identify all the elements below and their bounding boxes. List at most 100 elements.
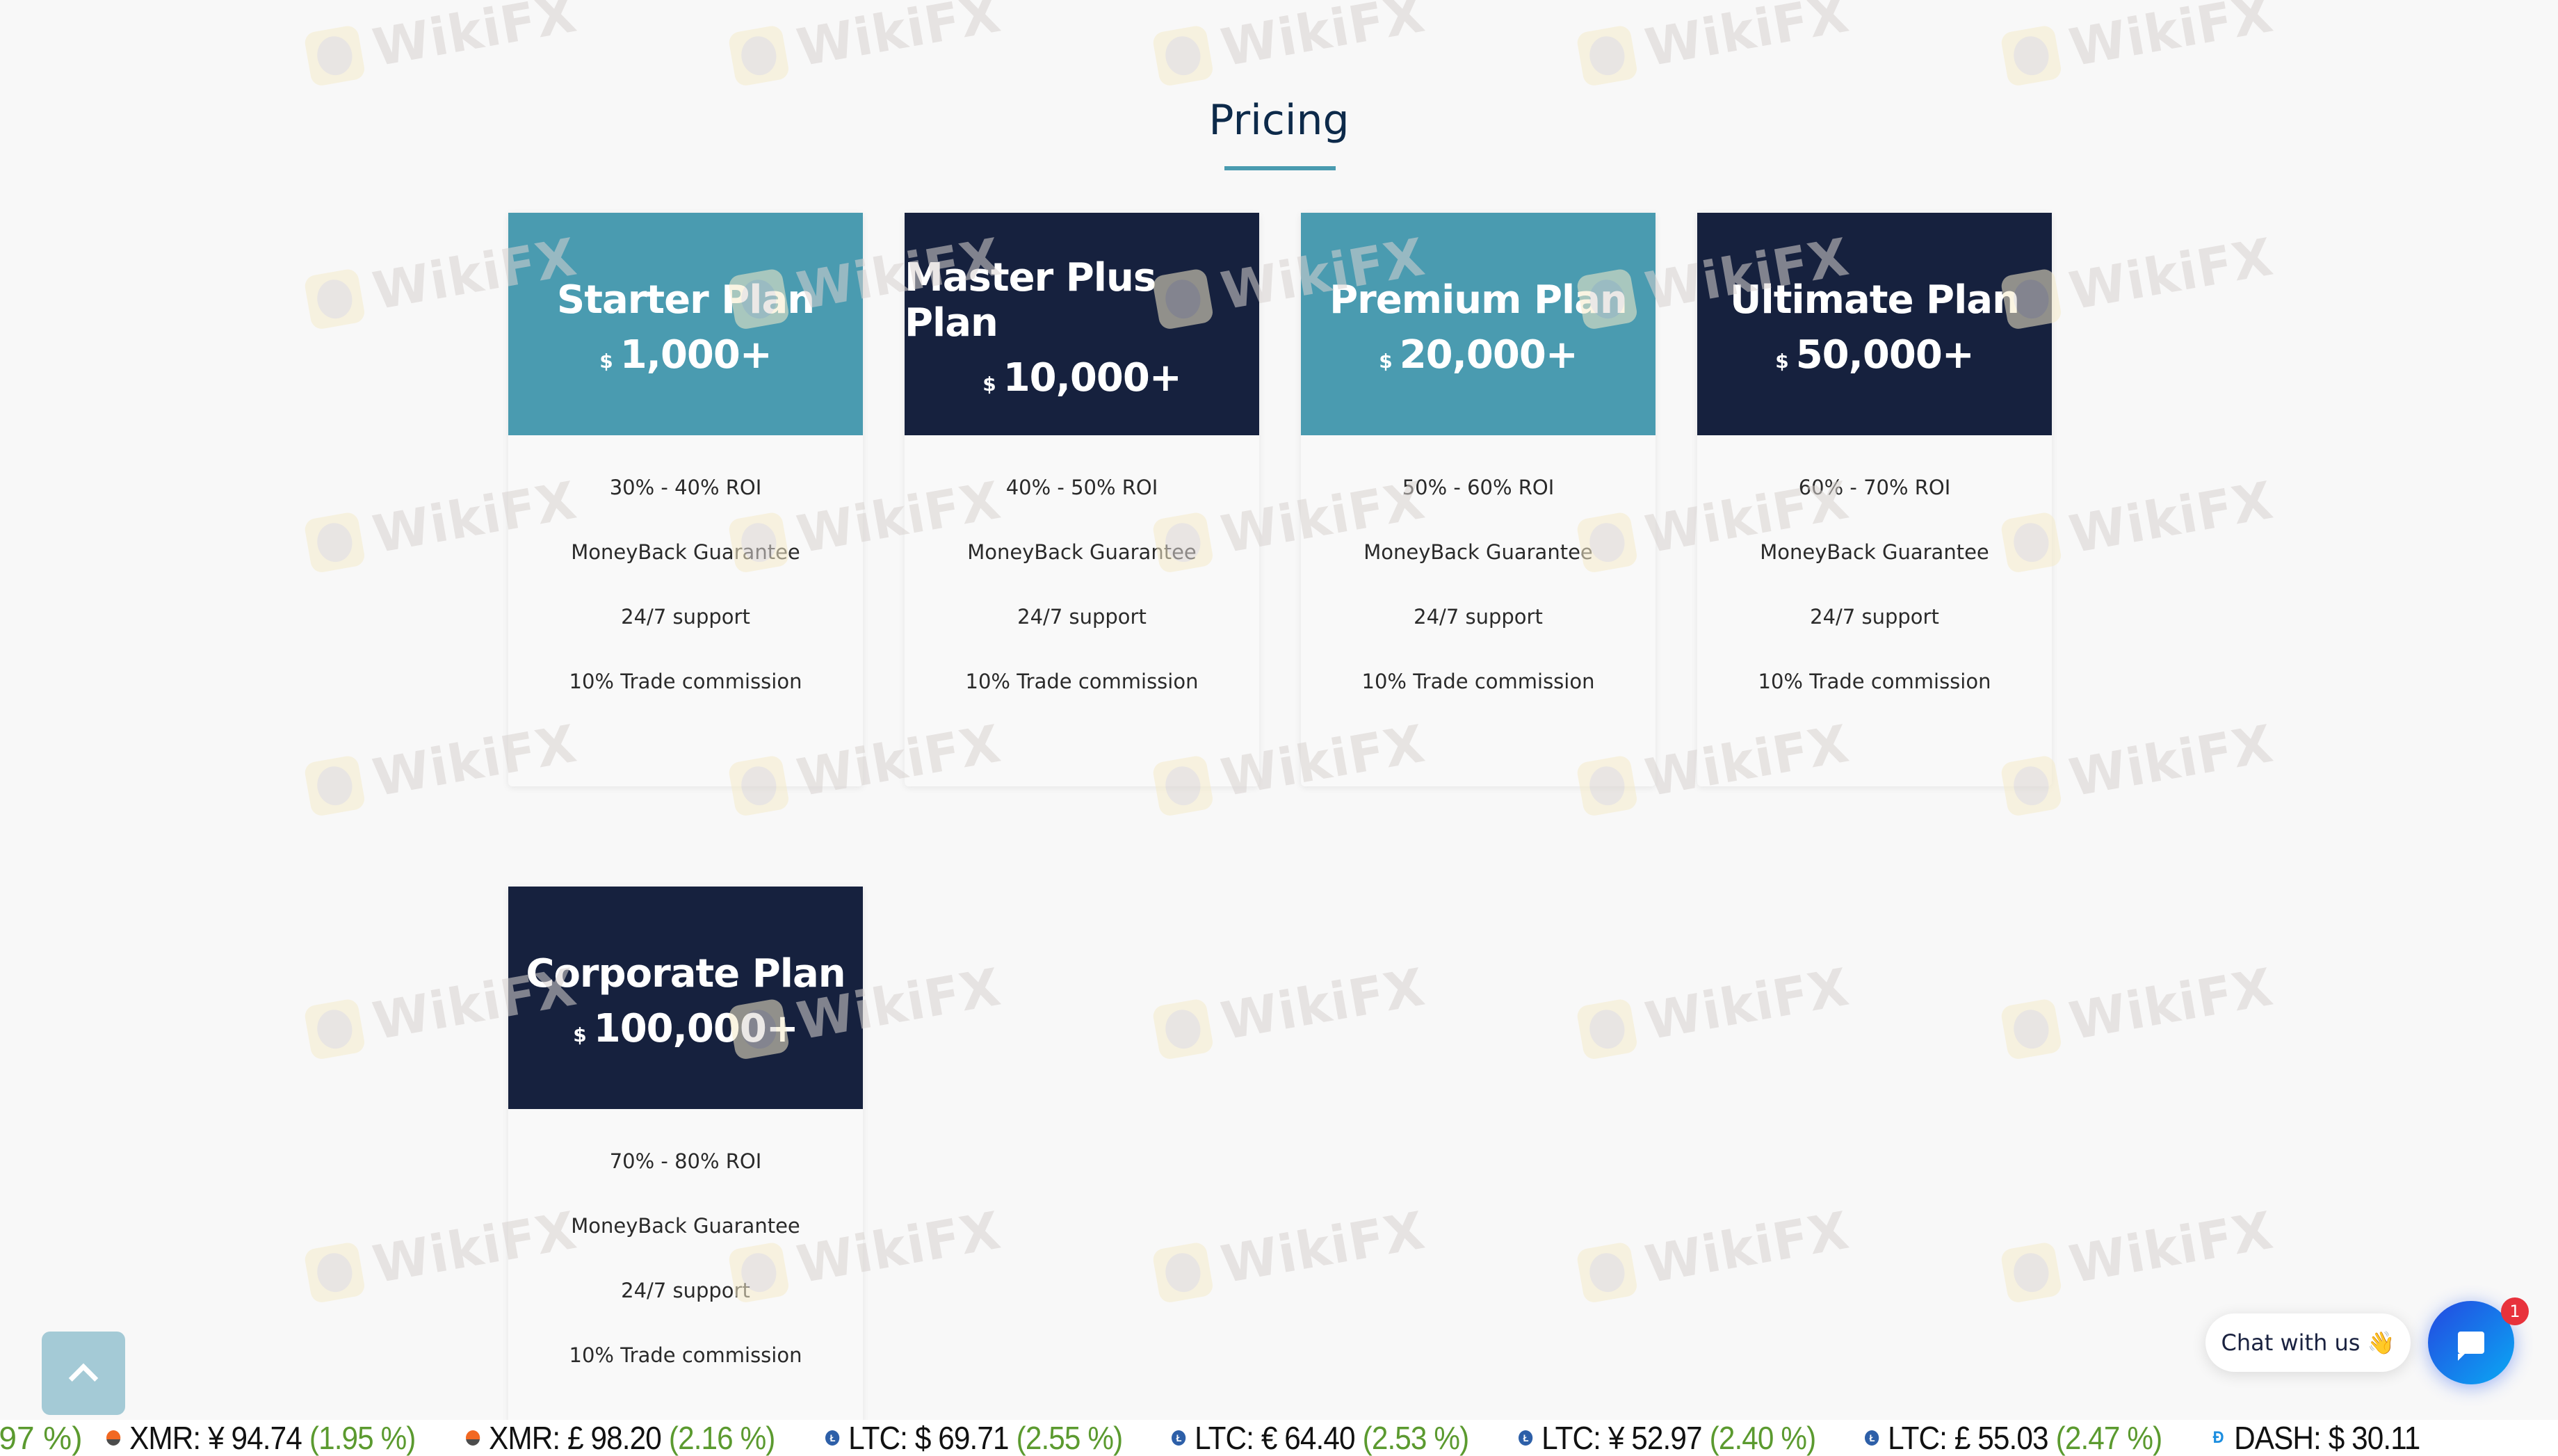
watermark-text: WikiFX: [2065, 227, 2278, 322]
ticker-price: $ 69.71: [914, 1420, 1010, 1456]
plan-price: $ 20,000+: [1379, 332, 1578, 378]
plan-amount: 50,000+: [1795, 332, 1975, 378]
currency-symbol: $: [573, 1024, 587, 1046]
litecoin-icon: Ł: [1172, 1430, 1186, 1446]
feature-guarantee: MoneyBack Guarantee: [1363, 540, 1593, 564]
ticker-item[interactable]: Đ DASH: $ 30.11: [2211, 1420, 2421, 1456]
wikifx-watermark: WikiFX: [1576, 0, 1854, 90]
wikifx-watermark: WikiFX: [2000, 957, 2278, 1064]
feature-support: 24/7 support: [621, 605, 750, 629]
feature-guarantee: MoneyBack Guarantee: [571, 1214, 800, 1238]
feature-support: 24/7 support: [1017, 605, 1147, 629]
plan-header: Corporate Plan $ 100,000+: [508, 887, 863, 1109]
wikifx-watermark: WikiFX: [2000, 0, 2278, 90]
watermark-text: WikiFX: [2065, 713, 2278, 809]
wikifx-logo-icon: [2000, 1241, 2063, 1304]
watermark-layer: WikiFX WikiFX WikiFX WikiFX WikiFX WikiFX Wiki…: [0, 0, 2558, 1456]
feature-support: 24/7 support: [621, 1279, 750, 1302]
wikifx-watermark: WikiFX: [1151, 0, 1430, 90]
plan-price: $ 10,000+: [982, 355, 1182, 401]
watermark-text: WikiFX: [1217, 957, 1430, 1052]
ticker-symbol: LTC: [1888, 1420, 1940, 1456]
watermark-text: WikiFX: [2065, 0, 2278, 79]
ticker-change: (2.53 %): [1362, 1420, 1470, 1456]
plan-card-premium: Premium Plan $ 20,000+ 50% - 60% ROI Mon…: [1301, 213, 1656, 786]
currency-symbol: $: [982, 372, 996, 396]
ticker-item[interactable]: Ł LTC: $ 69.71 (2.55 %): [825, 1420, 1123, 1456]
wikifx-logo-icon: [1576, 24, 1639, 88]
plan-price: $ 100,000+: [573, 1006, 798, 1051]
feature-commission: 10% Trade commission: [965, 670, 1199, 693]
wikifx-logo-icon: [1576, 1241, 1639, 1304]
crypto-ticker: 1.97 %) XMR: ¥ 94.74 (1.95 %) XMR: £ 98.…: [0, 1420, 2558, 1456]
chevron-up-icon: [68, 1363, 99, 1393]
watermark-text: WikiFX: [1641, 0, 1854, 79]
ticker-change: (1.95 %): [309, 1420, 416, 1456]
wikifx-logo-icon: [303, 998, 366, 1061]
wikifx-logo-icon: [303, 1241, 366, 1304]
ticker-symbol: LTC: [848, 1420, 900, 1456]
feature-commission: 10% Trade commission: [1758, 670, 1991, 693]
ticker-price: £ 98.20: [567, 1420, 662, 1456]
feature-guarantee: MoneyBack Guarantee: [571, 540, 800, 564]
chat-with-us-button[interactable]: Chat with us 👋: [2205, 1313, 2411, 1372]
feature-roi: 30% - 40% ROI: [609, 476, 762, 499]
wikifx-logo-icon: [1151, 24, 1215, 88]
plan-card-master-plus: Master Plus Plan $ 10,000+ 40% - 50% ROI…: [905, 213, 1259, 786]
watermark-text: WikiFX: [2065, 1200, 2278, 1295]
watermark-text: WikiFX: [2065, 470, 2278, 565]
plan-header: Ultimate Plan $ 50,000+: [1697, 213, 2052, 435]
ticker-price: ¥ 94.74: [207, 1420, 302, 1456]
watermark-text: WikiFX: [1217, 0, 1430, 79]
wikifx-logo-icon: [303, 268, 366, 331]
wikifx-logo-icon: [727, 24, 791, 88]
ticker-item[interactable]: Ł LTC: € 64.40 (2.53 %): [1172, 1420, 1470, 1456]
plan-amount: 10,000+: [1003, 355, 1182, 401]
plan-name: Premium Plan: [1329, 277, 1628, 323]
wikifx-logo-icon: [2000, 998, 2063, 1061]
watermark-text: WikiFX: [793, 0, 1005, 79]
wikifx-watermark: WikiFX: [303, 0, 581, 90]
back-to-top-button[interactable]: [42, 1332, 125, 1415]
feature-support: 24/7 support: [1810, 605, 1939, 629]
ticker-symbol: XMR: [488, 1420, 553, 1456]
plan-header: Premium Plan $ 20,000+: [1301, 213, 1656, 435]
chat-label: Chat with us 👋: [2221, 1329, 2395, 1356]
wikifx-watermark: WikiFX: [727, 0, 1005, 90]
plan-card-ultimate: Ultimate Plan $ 50,000+ 60% - 70% ROI Mo…: [1697, 213, 2052, 786]
feature-guarantee: MoneyBack Guarantee: [1760, 540, 1989, 564]
ticker-change: (2.16 %): [668, 1420, 776, 1456]
plan-amount: 1,000+: [620, 332, 772, 378]
feature-list: 70% - 80% ROI MoneyBack Guarantee 24/7 s…: [508, 1109, 863, 1456]
litecoin-icon: Ł: [1518, 1430, 1532, 1446]
plan-card-starter: Starter Plan $ 1,000+ 30% - 40% ROI Mone…: [508, 213, 863, 786]
dash-icon: Đ: [2213, 1428, 2224, 1447]
wikifx-logo-icon: [303, 754, 366, 818]
feature-roi: 40% - 50% ROI: [1005, 476, 1158, 499]
ticker-item[interactable]: XMR: ¥ 94.74 (1.95 %): [106, 1420, 416, 1456]
page-title: Pricing: [1208, 96, 1350, 145]
ticker-track: 1.97 %) XMR: ¥ 94.74 (1.95 %) XMR: £ 98.…: [0, 1420, 2462, 1456]
ticker-symbol: LTC: [1541, 1420, 1594, 1456]
ticker-partial-change: 1.97 %): [0, 1420, 83, 1456]
ticker-item[interactable]: XMR: £ 98.20 (2.16 %): [465, 1420, 776, 1456]
currency-symbol: $: [1775, 350, 1789, 373]
plan-price: $ 50,000+: [1775, 332, 1975, 378]
watermark-text: WikiFX: [2065, 957, 2278, 1052]
wikifx-logo-icon: [303, 24, 366, 88]
feature-roi: 60% - 70% ROI: [1798, 476, 1951, 499]
plan-card-corporate: Corporate Plan $ 100,000+ 70% - 80% ROI …: [508, 887, 863, 1456]
wikifx-logo-icon: [2000, 24, 2063, 88]
feature-list: 30% - 40% ROI MoneyBack Guarantee 24/7 s…: [508, 435, 863, 786]
plan-name: Corporate Plan: [526, 951, 845, 996]
monero-icon: [465, 1430, 480, 1446]
feature-support: 24/7 support: [1414, 605, 1543, 629]
plan-price: $ 1,000+: [599, 332, 772, 378]
ticker-item[interactable]: Ł LTC: £ 55.03 (2.47 %): [1865, 1420, 2162, 1456]
monero-icon: [106, 1430, 120, 1446]
wikifx-watermark: WikiFX: [1151, 1201, 1430, 1307]
notification-badge: 1: [2501, 1297, 2529, 1325]
ticker-item[interactable]: Ł LTC: ¥ 52.97 (2.40 %): [1518, 1420, 1816, 1456]
feature-list: 50% - 60% ROI MoneyBack Guarantee 24/7 s…: [1301, 435, 1656, 786]
watermark-text: WikiFX: [1641, 1200, 1854, 1295]
